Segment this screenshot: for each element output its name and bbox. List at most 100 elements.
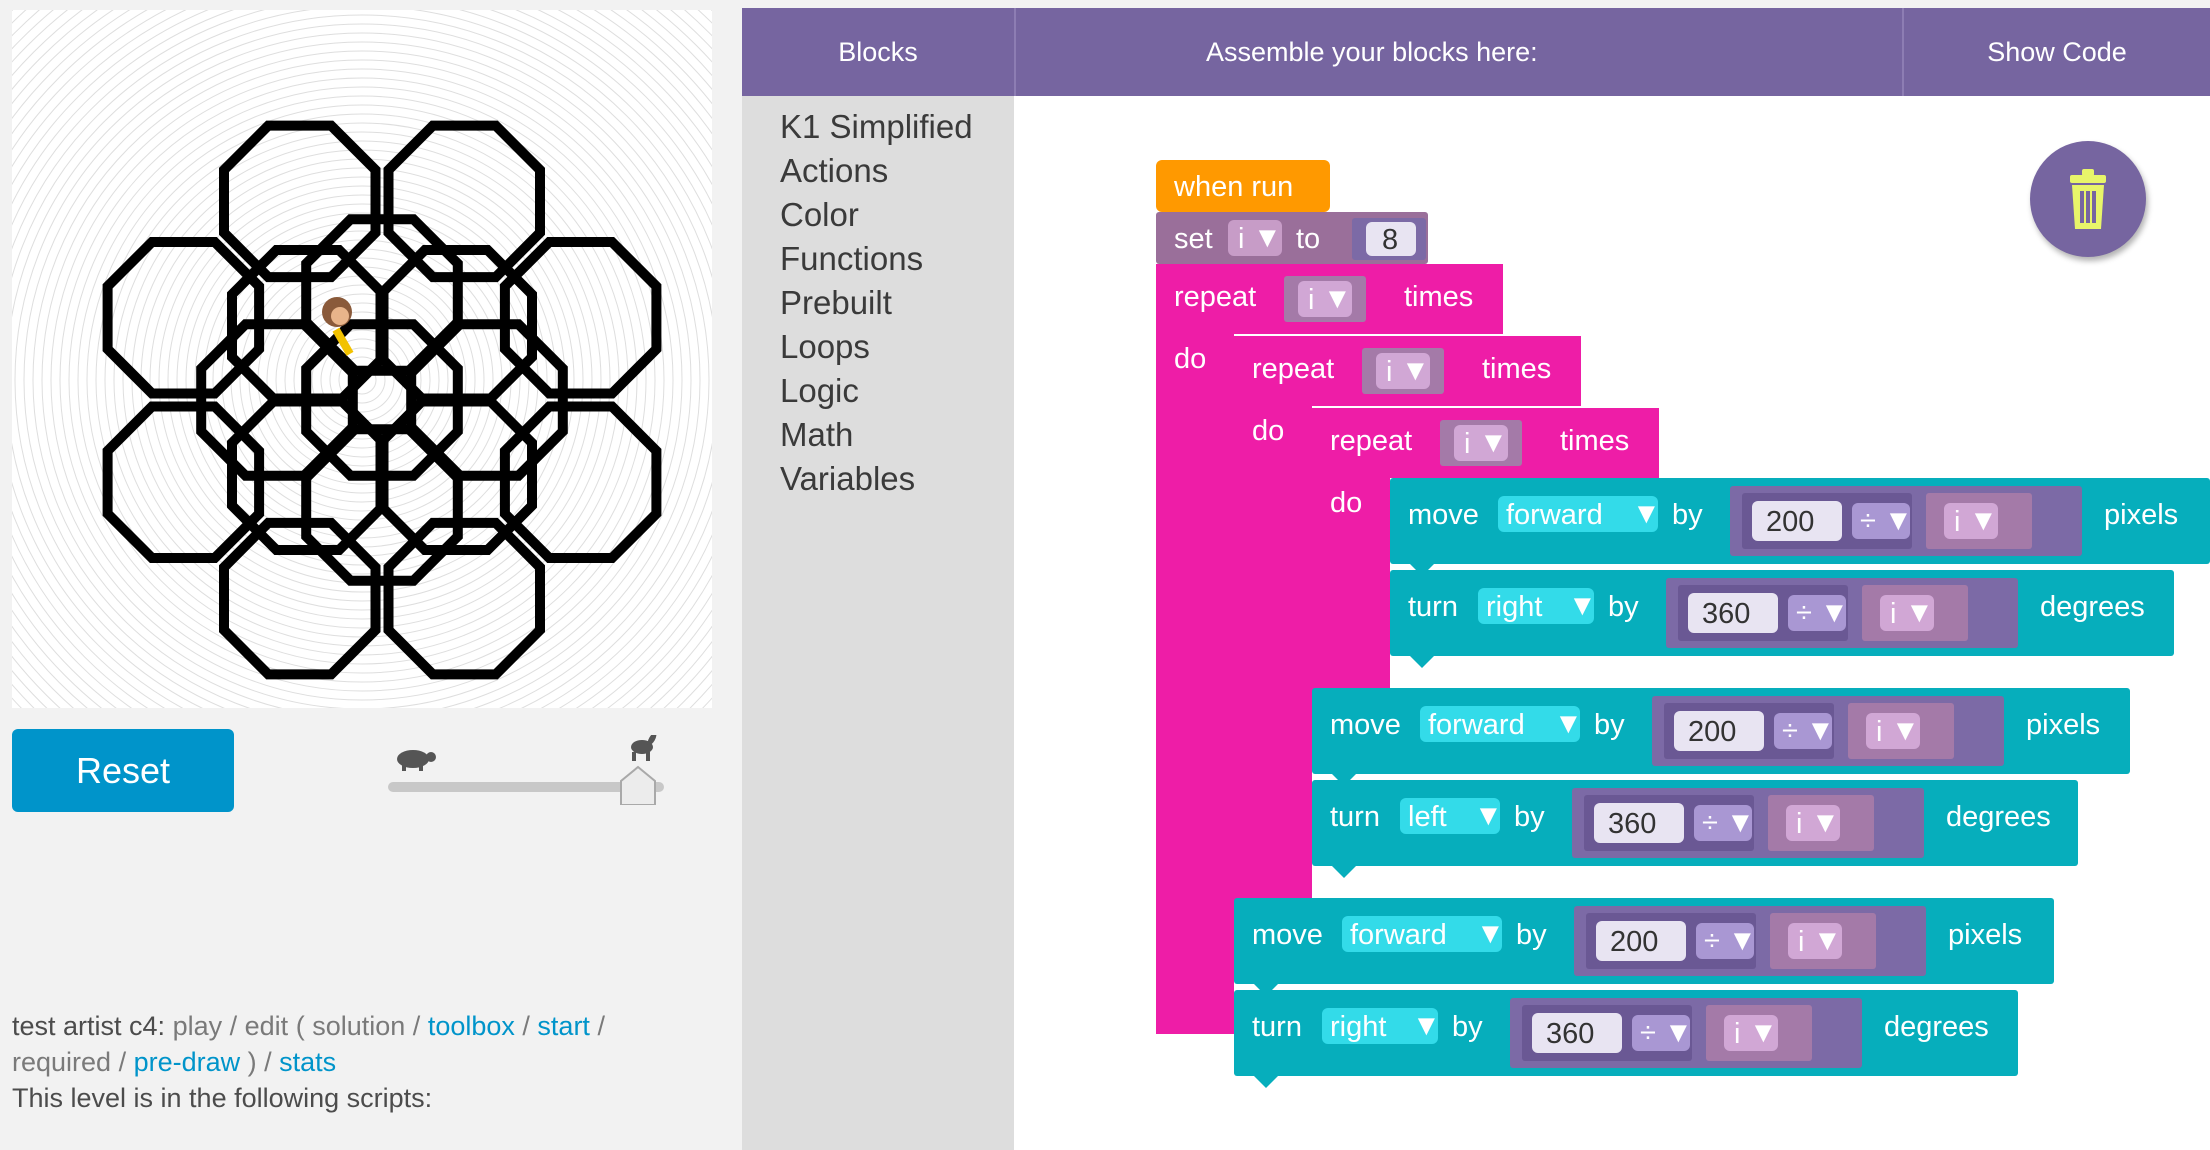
level-info: test artist c4: play / edit ( solution /… (12, 1008, 732, 1116)
toolbox-category-actions[interactable]: Actions (780, 152, 888, 190)
direction-dropdown[interactable]: forward ▼ (1498, 496, 1661, 532)
variable-dropdown[interactable]: i ▼ (1376, 353, 1430, 389)
blocks-workspace[interactable]: when run set i ▼ to 8 repeat i ▼ times do repeat i ▼ t… (1014, 96, 2210, 1150)
variable-dropdown[interactable]: i ▼ (1454, 425, 1508, 461)
divide-operator: ÷ (1704, 925, 1720, 957)
set-label: set (1174, 223, 1213, 255)
by-label: by (1514, 801, 1545, 833)
variable-dropdown[interactable]: i ▼ (1866, 713, 1920, 749)
play-link[interactable]: play (173, 1011, 223, 1041)
solution-link[interactable]: solution (312, 1011, 405, 1041)
math-divide-block[interactable]: 360 ÷ ▼ i ▼ (1572, 788, 1924, 858)
move-label: move (1252, 919, 1323, 951)
degrees-label: degrees (1884, 1011, 1989, 1043)
direction-dropdown[interactable]: right ▼ (1478, 588, 1597, 624)
variable-name: i (1734, 1018, 1740, 1050)
trash-icon[interactable] (2030, 141, 2146, 257)
chevron-down-icon: ▼ (1412, 1010, 1441, 1042)
octagon-pattern (102, 120, 662, 680)
number-field: 360 (1608, 808, 1656, 840)
divide-operator: ÷ (1860, 505, 1876, 537)
variable-name: i (1464, 428, 1470, 460)
toolbox-category-color[interactable]: Color (780, 196, 859, 234)
variable-dropdown[interactable]: i ▼ (1788, 923, 1842, 959)
times-label: times (1560, 425, 1629, 457)
blocks-header: Blocks (838, 36, 918, 67)
toolbox-category-logic[interactable]: Logic (780, 372, 859, 410)
variable-name: i (1954, 506, 1960, 538)
chevron-down-icon: ▼ (1806, 715, 1835, 747)
variable-name: i (1798, 926, 1804, 958)
variable-name: i (1386, 356, 1392, 388)
predraw-link[interactable]: pre-draw (134, 1047, 241, 1077)
direction-dropdown[interactable]: forward ▼ (1342, 916, 1505, 952)
math-divide-block[interactable]: 200 ÷ ▼ i ▼ (1574, 906, 1926, 976)
by-label: by (1516, 919, 1547, 951)
by-label: by (1608, 591, 1639, 623)
toolbox-category-loops[interactable]: Loops (780, 328, 870, 366)
direction-dropdown-value: forward (1428, 709, 1525, 741)
turtle-icon (397, 750, 436, 771)
repeat-loop-inner[interactable]: repeat i ▼ timesdo (1312, 408, 1659, 722)
pixels-label: pixels (2026, 709, 2100, 741)
turn-label: turn (1408, 591, 1458, 623)
do-label: do (1252, 415, 1284, 447)
reset-button[interactable]: Reset (12, 729, 234, 812)
toolbox-category-k1-simplified[interactable]: K1 Simplified (780, 108, 973, 146)
left-pane: Reset test artist c4: play / edit (solu… (0, 0, 742, 1150)
direction-dropdown[interactable]: right ▼ (1322, 1008, 1441, 1044)
stats-link[interactable]: stats (279, 1047, 336, 1077)
variable-dropdown[interactable]: i ▼ (1724, 1015, 1778, 1051)
toolbox-category-prebuilt[interactable]: Prebuilt (780, 284, 892, 322)
degrees-label: degrees (2040, 591, 2145, 623)
do-label: do (1174, 343, 1206, 375)
variable-dropdown[interactable]: i ▼ (1786, 805, 1840, 841)
chevron-down-icon: ▼ (1568, 590, 1597, 622)
direction-dropdown-value: forward (1350, 919, 1447, 951)
by-label: by (1452, 1011, 1483, 1043)
toolbox-category-functions[interactable]: Functions (780, 240, 923, 278)
level-links-line1: test artist c4: play / edit ( solution /… (12, 1011, 605, 1041)
when-run-label: when run (1173, 171, 1293, 203)
toolbox-link[interactable]: toolbox (428, 1011, 515, 1041)
turn-label: turn (1252, 1011, 1302, 1043)
set-variable-block[interactable]: set i ▼ to 8 (1156, 212, 1428, 264)
direction-dropdown-value: right (1486, 591, 1542, 623)
chevron-down-icon: ▼ (1474, 800, 1503, 832)
math-divide-block[interactable]: 200 ÷ ▼ i ▼ (1730, 486, 2082, 556)
number-field: 360 (1546, 1018, 1594, 1050)
variable-dropdown[interactable]: i ▼ (1298, 281, 1352, 317)
chevron-down-icon: ▼ (1726, 807, 1755, 839)
pixels-label: pixels (2104, 499, 2178, 531)
direction-dropdown[interactable]: left ▼ (1400, 798, 1503, 834)
chevron-down-icon: ▼ (1632, 498, 1661, 530)
toolbox-category-variables[interactable]: Variables (780, 460, 915, 498)
when-run-block[interactable]: when run (1156, 160, 1330, 212)
math-divide-block[interactable]: 200 ÷ ▼ i ▼ (1652, 696, 2004, 766)
math-divide-block[interactable]: 360 ÷ ▼ i ▼ (1666, 578, 2018, 648)
chevron-down-icon: ▼ (1554, 708, 1583, 740)
show-code-button[interactable]: Show Code (1904, 8, 2210, 96)
divide-operator: ÷ (1796, 597, 1812, 629)
rabbit-icon (631, 732, 657, 761)
edit-link[interactable]: edit (245, 1011, 289, 1041)
variable-dropdown[interactable]: i ▼ (1880, 595, 1934, 631)
variable-dropdown[interactable]: i ▼ (1944, 503, 1998, 539)
level-links-line2: required / pre-draw ) / stats (12, 1047, 337, 1077)
slider-thumb[interactable] (620, 765, 656, 806)
chevron-down-icon: ▼ (1476, 918, 1505, 950)
variable-name: i (1796, 808, 1802, 840)
pixels-label: pixels (1948, 919, 2022, 951)
required-link[interactable]: required (12, 1047, 111, 1077)
toolbox-category-math[interactable]: Math (780, 416, 853, 454)
speed-slider[interactable] (386, 732, 666, 806)
repeat-label: repeat (1252, 353, 1334, 385)
direction-dropdown[interactable]: forward ▼ (1420, 706, 1583, 742)
math-divide-block[interactable]: 360 ÷ ▼ i ▼ (1510, 998, 1862, 1068)
by-label: by (1672, 499, 1703, 531)
chevron-down-icon: ▼ (1811, 807, 1840, 839)
variable-name: i (1308, 284, 1314, 316)
start-link[interactable]: start (537, 1011, 590, 1041)
move-label: move (1408, 499, 1479, 531)
variable-dropdown[interactable]: i ▼ (1228, 220, 1282, 256)
